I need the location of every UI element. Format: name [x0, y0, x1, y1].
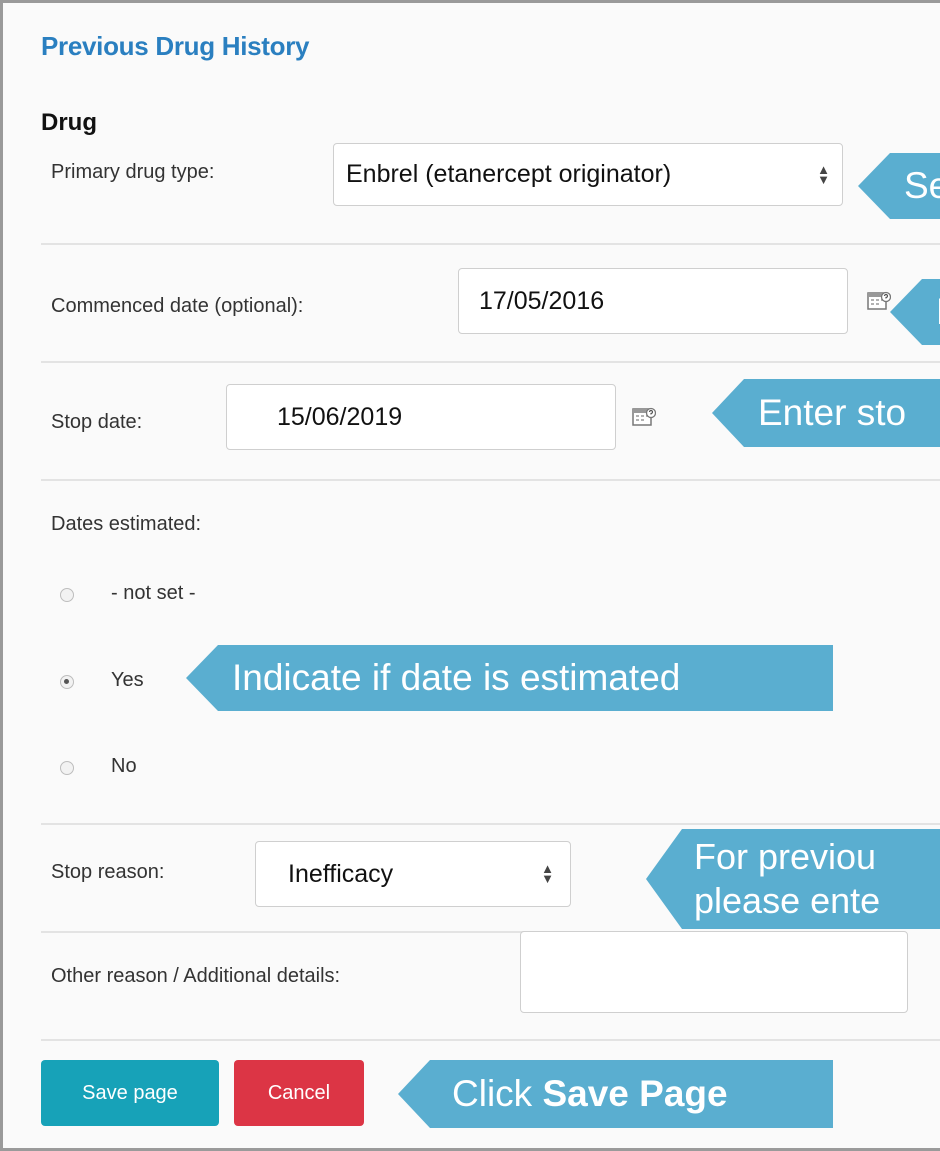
radio-no[interactable] [60, 761, 74, 775]
radio-not-set-label: - not set - [111, 582, 196, 604]
row-divider [41, 243, 940, 245]
stop-reason-select[interactable]: Inefficacy ▲ ▼ [255, 841, 571, 907]
callout-stop-reason-line2: please ente [694, 880, 881, 921]
radio-no-label: No [111, 755, 137, 777]
callout-arrow-stop-date [712, 379, 744, 447]
stop-reason-label: Stop reason: [51, 861, 165, 883]
callout-estimated: Indicate if date is estimated [218, 645, 833, 711]
form-panel: Previous Drug History Drug Primary drug … [0, 0, 940, 1151]
stop-date-input[interactable]: 15/06/2019 [226, 384, 616, 450]
radio-yes[interactable] [60, 675, 74, 689]
stop-reason-value: Inefficacy [288, 859, 394, 888]
primary-drug-type-value: Enbrel (etanercept originator) [346, 160, 672, 188]
callout-arrow-stop-reason [646, 829, 682, 929]
row-divider [41, 479, 940, 481]
callout-save-bold: Save Page [542, 1073, 728, 1114]
save-page-button[interactable]: Save page [41, 1060, 219, 1126]
calendar-icon[interactable] [867, 290, 891, 312]
callout-arrow-estimated [186, 645, 218, 711]
row-divider [41, 823, 940, 825]
select-caret-icon: ▲ ▼ [817, 161, 830, 187]
select-caret-icon: ▲ ▼ [541, 861, 554, 886]
primary-drug-type-select[interactable]: Enbrel (etanercept originator) ▲ ▼ [333, 143, 843, 206]
radio-not-set[interactable] [60, 588, 74, 602]
other-reason-input[interactable] [520, 931, 908, 1013]
section-title: Drug [41, 109, 97, 136]
callout-save-prefix: Click [452, 1073, 543, 1114]
callout-drug-type: Se [890, 153, 940, 219]
callout-commenced: E [922, 279, 940, 345]
callout-stop-date: Enter sto [744, 379, 940, 447]
radio-yes-label: Yes [111, 669, 144, 691]
page-title: Previous Drug History [41, 31, 310, 61]
dates-estimated-label: Dates estimated: [51, 513, 202, 535]
commenced-date-value: 17/05/2016 [479, 286, 605, 315]
calendar-icon[interactable] [632, 406, 656, 428]
cancel-button[interactable]: Cancel [234, 1060, 364, 1126]
commenced-date-input[interactable]: 17/05/2016 [458, 268, 848, 334]
stop-date-label: Stop date: [51, 411, 143, 433]
row-divider [41, 1039, 940, 1041]
callout-arrow-commenced [890, 279, 922, 345]
row-divider [41, 361, 940, 363]
callout-stop-reason: For previou please ente [682, 829, 940, 929]
callout-arrow-save [398, 1060, 430, 1128]
callout-stop-reason-line1: For previou [694, 836, 877, 877]
other-reason-label: Other reason / Additional details: [51, 965, 341, 987]
stop-date-value: 15/06/2019 [277, 402, 403, 431]
callout-arrow-drug-type [858, 153, 890, 219]
commenced-date-label: Commenced date (optional): [51, 295, 304, 317]
callout-save: Click Save Page [430, 1060, 833, 1128]
primary-drug-type-label: Primary drug type: [51, 161, 215, 183]
